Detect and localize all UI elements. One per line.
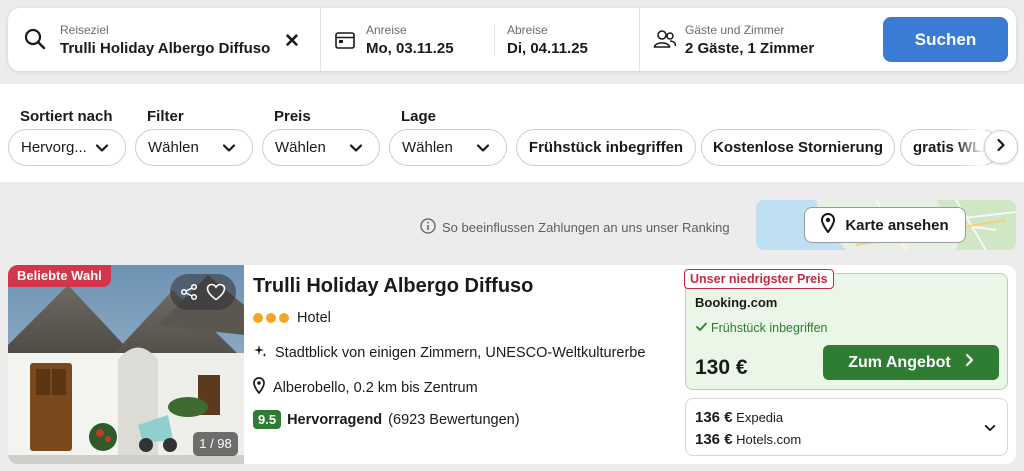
- hotel-photo[interactable]: Beliebte Wahl 1 / 98: [8, 265, 244, 464]
- checkout-value: Di, 04.11.25: [507, 40, 588, 57]
- offer-provider: Booking.com: [695, 295, 778, 310]
- star-dot: [266, 313, 276, 323]
- hotel-feature: Stadtblick von einigen Zimmern, UNESCO-W…: [275, 345, 646, 361]
- sparkle-icon: [253, 344, 267, 362]
- hotel-type-row: Hotel: [253, 310, 331, 326]
- view-map-button[interactable]: Karte ansehen: [804, 207, 966, 243]
- ranking-info-text: So beeinflussen Zahlungen an uns unser R…: [442, 220, 730, 235]
- alt-offer-row: 136 € Hotels.com: [695, 431, 801, 448]
- location-pin-icon: [253, 377, 265, 398]
- map-pin-icon: [821, 212, 836, 237]
- chip-breakfast[interactable]: Frühstück inbegriffen: [516, 129, 696, 166]
- rating-score: 9.5: [253, 410, 282, 429]
- guests-value: 2 Gäste, 1 Zimmer: [685, 40, 815, 57]
- destination-field[interactable]: Reiseziel Trulli Holiday Albergo Diffuso…: [8, 8, 320, 71]
- price-dropdown[interactable]: Wählen: [262, 129, 380, 166]
- hotel-card: Beliebte Wahl 1 / 98 Trulli Holiday Albe…: [8, 265, 1016, 464]
- calendar-icon: [335, 31, 355, 54]
- view-deal-label: Zum Angebot: [848, 353, 951, 371]
- sort-label: Sortiert nach: [20, 108, 113, 125]
- price-label: Preis: [274, 108, 311, 125]
- photo-counter: 1 / 98: [193, 432, 238, 456]
- search-button[interactable]: Suchen: [883, 17, 1008, 62]
- alt-offer-provider: Expedia: [736, 410, 784, 425]
- check-icon: [696, 321, 707, 335]
- alt-offer-price: 136 €: [695, 409, 733, 426]
- filter-bar: Sortiert nach Hervorg... Filter Wählen P…: [0, 84, 1024, 182]
- offer-price: 130 €: [695, 356, 748, 379]
- location-row: Alberobello, 0.2 km bis Zentrum: [253, 377, 478, 398]
- chevron-down-icon: [476, 141, 490, 159]
- chip-free-cancellation[interactable]: Kostenlose Stornierung: [701, 129, 895, 166]
- users-icon: [653, 29, 677, 54]
- view-map-label: Karte ansehen: [845, 216, 949, 234]
- chevron-right-icon: [995, 138, 1007, 157]
- destination-label: Reiseziel: [60, 23, 109, 37]
- search-icon: [24, 28, 46, 55]
- checkin-field[interactable]: Anreise Mo, 03.11.25: [321, 8, 494, 71]
- share-icon[interactable]: [180, 283, 198, 301]
- price-value: Wählen: [275, 139, 326, 156]
- scroll-right-button[interactable]: [984, 130, 1018, 164]
- scroll-fade: [955, 129, 985, 166]
- filter-label: Filter: [147, 108, 184, 125]
- alt-offer-row: 136 € Expedia: [695, 409, 783, 426]
- destination-value: Trulli Holiday Albergo Diffuso: [60, 40, 271, 57]
- star-rating: [253, 313, 289, 323]
- hotel-type: Hotel: [297, 310, 331, 326]
- alternative-offers[interactable]: 136 € Expedia 136 € Hotels.com: [685, 398, 1008, 456]
- hotel-name[interactable]: Trulli Holiday Albergo Diffuso: [253, 275, 533, 298]
- chevron-down-icon: [349, 141, 363, 159]
- sort-dropdown[interactable]: Hervorg...: [8, 129, 126, 166]
- offer-perk: Frühstück inbegriffen: [696, 321, 828, 335]
- chevron-right-icon: [965, 353, 974, 372]
- search-bar: Reiseziel Trulli Holiday Albergo Diffuso…: [8, 8, 1016, 71]
- alt-offer-price: 136 €: [695, 431, 733, 448]
- filter-value: Wählen: [148, 139, 199, 156]
- chevron-down-icon: [984, 421, 996, 439]
- clear-destination-icon[interactable]: ✕: [284, 30, 300, 53]
- photo-actions: [170, 274, 236, 310]
- checkin-label: Anreise: [366, 23, 407, 37]
- checkout-label: Abreise: [507, 23, 548, 37]
- ranking-info[interactable]: So beeinflussen Zahlungen an uns unser R…: [420, 218, 730, 237]
- sort-value: Hervorg...: [21, 139, 87, 156]
- location-value: Wählen: [402, 139, 453, 156]
- star-dot: [279, 313, 289, 323]
- top-bar: Reiseziel Trulli Holiday Albergo Diffuso…: [0, 0, 1024, 84]
- view-deal-button[interactable]: Zum Angebot: [823, 345, 999, 380]
- heart-icon[interactable]: [206, 283, 226, 301]
- guests-label: Gäste und Zimmer: [685, 23, 785, 37]
- checkin-value: Mo, 03.11.25: [366, 40, 454, 57]
- feature-row: Stadtblick von einigen Zimmern, UNESCO-W…: [253, 344, 645, 362]
- filter-dropdown[interactable]: Wählen: [135, 129, 253, 166]
- alt-offer-provider: Hotels.com: [736, 432, 802, 447]
- offer-perk-text: Frühstück inbegriffen: [711, 321, 828, 335]
- info-icon: [420, 218, 436, 237]
- location-label: Lage: [401, 108, 437, 125]
- checkout-field[interactable]: Abreise Di, 04.11.25: [495, 8, 638, 71]
- chevron-down-icon: [222, 141, 236, 159]
- location-dropdown[interactable]: Wählen: [389, 129, 507, 166]
- rating-text: Hervorragend: [287, 411, 383, 428]
- guests-field[interactable]: Gäste und Zimmer 2 Gäste, 1 Zimmer: [640, 8, 880, 71]
- lowest-price-tag: Unser niedrigster Preis: [684, 269, 834, 289]
- chevron-down-icon: [95, 141, 109, 159]
- popular-badge: Beliebte Wahl: [8, 265, 111, 287]
- rating-row[interactable]: 9.5 Hervorragend (6923 Bewertungen): [253, 410, 520, 429]
- star-dot: [253, 313, 263, 323]
- hotel-location: Alberobello, 0.2 km bis Zentrum: [273, 379, 478, 396]
- rating-count: (6923 Bewertungen): [388, 411, 520, 428]
